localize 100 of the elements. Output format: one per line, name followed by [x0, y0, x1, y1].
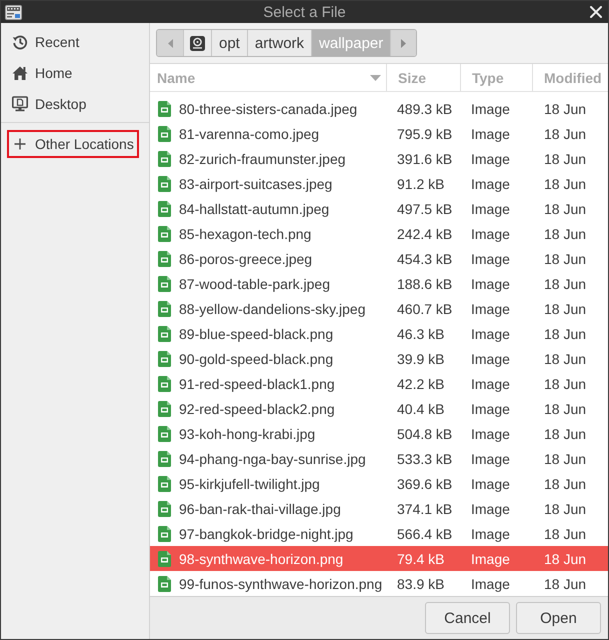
file-type: Image	[470, 550, 511, 566]
file-type: Image	[470, 400, 511, 416]
image-file-icon	[158, 526, 171, 542]
path-button[interactable]: artwork	[246, 30, 312, 56]
file-name: 86-poros-greece.jpeg	[179, 250, 312, 266]
drive-button[interactable]	[183, 30, 211, 56]
file-row[interactable]: 97-bangkok-bridge-night.jpg 566.4 kB Image 18 Jun	[150, 521, 608, 546]
file-name: 97-bangkok-bridge-night.jpg	[179, 526, 354, 542]
file-name: 80-three-sisters-canada.jpeg	[179, 100, 358, 116]
file-row[interactable]: 91-red-speed-black1.png 42.2 kB Image 18 Jun	[150, 371, 608, 396]
file-type: Image	[470, 200, 511, 216]
file-modified: 18 Jun	[543, 476, 588, 492]
file-row[interactable]: 89-blue-speed-black.png 46.3 kB Image 18 Jun	[150, 321, 608, 346]
sidebar-item[interactable]: Other Locations	[7, 130, 139, 158]
image-file-icon	[158, 126, 171, 142]
monitor-icon	[12, 96, 28, 112]
file-row[interactable]: 87-wood-table-park.jpeg 188.6 kB Image 18 Jun	[150, 271, 608, 296]
file-row[interactable]: 83-airport-suitcases.jpeg 91.2 kB Image 18 Jun	[150, 171, 608, 196]
dialog-button[interactable]: Open	[516, 602, 601, 634]
file-size: 374.1 kB	[396, 500, 454, 516]
image-file-icon	[158, 400, 171, 416]
file-modified: 18 Jun	[543, 200, 588, 216]
file-size: 454.3 kB	[396, 250, 454, 266]
file-type: Image	[470, 426, 511, 442]
file-size: 497.5 kB	[396, 200, 454, 216]
file-size: 79.4 kB	[396, 550, 446, 566]
sidebar-item[interactable]: Home	[7, 59, 78, 87]
file-row[interactable]: 80-three-sisters-canada.jpeg 489.3 kB Image 18 Jun	[150, 96, 608, 121]
file-modified: 18 Jun	[543, 176, 588, 192]
file-row[interactable]: 94-phang-nga-bay-sunrise.jpg 533.3 kB Image 18 Jun	[150, 446, 608, 471]
file-type: Image	[470, 150, 511, 166]
file-row[interactable]: 99-funos-synthwave-horizon.png 83.9 kB Image 18 Jun	[150, 571, 608, 596]
file-name: 90-gold-speed-black.png	[179, 350, 334, 366]
file-type: Image	[470, 176, 511, 192]
file-name: 94-phang-nga-bay-sunrise.jpg	[179, 450, 366, 466]
file-name: 82-zurich-fraumunster.jpeg	[179, 150, 346, 166]
file-name: 87-wood-table-park.jpeg	[179, 276, 330, 292]
close-icon[interactable]	[590, 6, 602, 18]
file-size: 46.3 kB	[396, 326, 446, 342]
image-file-icon	[158, 476, 171, 492]
clock-icon	[12, 34, 28, 50]
file-row[interactable]: 81-varenna-como.jpeg 795.9 kB Image 18 Jun	[150, 121, 608, 146]
file-modified: 18 Jun	[543, 100, 588, 116]
file-type: Image	[470, 300, 511, 316]
file-name: 95-kirkjufell-twilight.jpg	[179, 476, 320, 492]
image-file-icon	[158, 176, 171, 192]
caret-left-icon	[168, 38, 172, 48]
image-file-icon	[158, 426, 171, 442]
file-type: Image	[470, 476, 511, 492]
file-name: 85-hexagon-tech.png	[179, 226, 312, 242]
file-row[interactable]: 84-hallstatt-autumn.jpeg 497.5 kB Image 18 Jun	[150, 196, 608, 221]
file-type: Image	[470, 126, 511, 142]
file-modified: 18 Jun	[543, 450, 588, 466]
file-size: 391.6 kB	[396, 150, 454, 166]
file-size: 533.3 kB	[396, 450, 454, 466]
plus-icon	[12, 136, 28, 152]
file-row[interactable]: 96-ban-rak-thai-village.jpg 374.1 kB Image 18 Jun	[150, 496, 608, 521]
image-file-icon	[158, 576, 171, 592]
dialog-button[interactable]: Cancel	[425, 602, 510, 634]
image-file-icon	[158, 226, 171, 242]
file-row[interactable]: 92-red-speed-black2.png 40.4 kB Image 18 Jun	[150, 396, 608, 421]
file-row[interactable]: 93-koh-hong-krabi.jpg 504.8 kB Image 18 Jun	[150, 421, 608, 446]
file-name: 99-funos-synthwave-horizon.png	[179, 576, 382, 592]
image-file-icon	[158, 376, 171, 392]
file-modified: 18 Jun	[543, 150, 588, 166]
file-name: 98-synthwave-horizon.png	[179, 550, 344, 566]
image-file-icon	[158, 550, 171, 566]
image-file-icon	[158, 350, 171, 366]
file-row[interactable]: 95-kirkjufell-twilight.jpg 369.6 kB Image 18 Jun	[150, 471, 608, 496]
file-size: 795.9 kB	[396, 126, 454, 142]
file-type: Image	[470, 576, 511, 592]
path-button[interactable]: opt	[211, 30, 247, 56]
file-row[interactable]: 88-yellow-dandelions-sky.jpeg 460.7 kB Image 18 Jun	[150, 296, 608, 321]
file-row[interactable]: 82-zurich-fraumunster.jpeg 391.6 kB Image 18 Jun	[150, 146, 608, 171]
file-name: 84-hallstatt-autumn.jpeg	[179, 200, 330, 216]
file-modified: 18 Jun	[543, 300, 588, 316]
file-size: 489.3 kB	[396, 100, 454, 116]
home-icon	[12, 65, 28, 81]
file-type: Image	[470, 500, 511, 516]
file-size: 40.4 kB	[396, 400, 446, 416]
sidebar-item[interactable]: Recent	[7, 28, 84, 56]
file-row[interactable]: 90-gold-speed-black.png 39.9 kB Image 18 Jun	[150, 346, 608, 371]
file-row[interactable]: 86-poros-greece.jpeg 454.3 kB Image 18 Jun	[150, 246, 608, 271]
file-modified: 18 Jun	[543, 250, 588, 266]
file-modified: 18 Jun	[543, 326, 588, 342]
file-row[interactable]: 85-hexagon-tech.png 242.4 kB Image 18 Jun	[150, 221, 608, 246]
file-size: 188.6 kB	[396, 276, 454, 292]
file-type: Image	[470, 350, 511, 366]
image-file-icon	[158, 500, 171, 516]
file-name: 83-airport-suitcases.jpeg	[179, 176, 332, 192]
file-name: 92-red-speed-black2.png	[179, 400, 335, 416]
image-file-icon	[158, 200, 171, 216]
file-modified: 18 Jun	[543, 376, 588, 392]
file-modified: 18 Jun	[543, 500, 588, 516]
file-type: Image	[470, 326, 511, 342]
sidebar-item[interactable]: Desktop	[7, 90, 92, 118]
drive-icon	[190, 36, 205, 50]
file-type: Image	[470, 526, 511, 542]
file-size: 242.4 kB	[396, 226, 454, 242]
file-size: 460.7 kB	[396, 300, 454, 316]
